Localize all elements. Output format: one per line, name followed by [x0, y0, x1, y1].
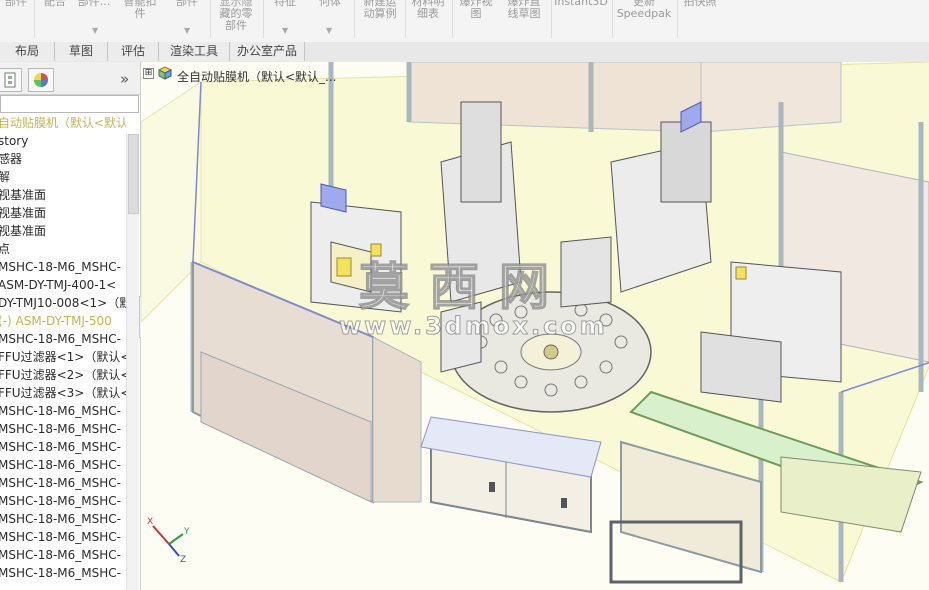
tree-item[interactable]: 感器	[0, 150, 126, 168]
tree-item[interactable]: ASM-DY-TMJ-400-1<	[0, 276, 126, 294]
edit-appearance-icon[interactable]: ◐	[614, 62, 632, 66]
tree-item[interactable]: 视基准面	[0, 204, 126, 222]
ribbon-separator	[405, 0, 406, 38]
dropdown-arrow-icon[interactable]: ▼	[92, 26, 98, 35]
cabinet-side	[372, 336, 422, 503]
configuration-manager-tab[interactable]	[0, 68, 22, 92]
tree-item[interactable]: 点	[0, 240, 126, 258]
tree-item[interactable]: 自动贴膜机（默认<默认	[0, 114, 126, 132]
tree-item[interactable]: FFU过滤器<3>（默认<	[0, 384, 126, 402]
tree-item[interactable]: (-) ASM-DY-TMJ-500	[0, 312, 126, 330]
tab-evaluate[interactable]: 评估	[108, 42, 159, 61]
tree-item[interactable]: 解	[0, 168, 126, 186]
tree-scrollbar[interactable]	[126, 134, 139, 590]
watermark-chinese: 莫西网	[358, 256, 569, 317]
tree-item[interactable]: MSHC-18-M6_MSHC-	[0, 510, 126, 528]
ribbon-button-bill-of-materials[interactable]: 材料明 细表	[408, 0, 448, 20]
triad-y-label: Y	[183, 527, 190, 537]
triad-x-label: X	[147, 517, 153, 527]
hub-logo	[543, 344, 559, 360]
tree-item[interactable]: MSHC-18-M6_MSHC-	[0, 420, 126, 438]
dropdown-arrow-icon[interactable]: ▼	[282, 26, 288, 35]
ribbon-separator	[354, 0, 355, 38]
dropdown-arrow-icon[interactable]: ▼	[184, 26, 190, 35]
ribbon-separator	[263, 0, 264, 38]
back-wall-panel	[408, 62, 702, 133]
ribbon-button-show-hidden-components[interactable]: 显示隐 藏的零 部件	[214, 0, 258, 32]
triad-z-label: Z	[180, 555, 186, 564]
ribbon-button-update-speedpak[interactable]: 更新 Speedpak	[614, 0, 674, 20]
feature-manager-panel: » 自动贴膜机（默认<默认story感器解视基准面视基准面视基准面点MSHC-1…	[0, 62, 141, 590]
ribbon-button-instant3d[interactable]: Instant3D	[554, 0, 608, 8]
tab-layout[interactable]: 布局	[0, 42, 55, 61]
tree-item[interactable]: FFU过滤器<1>（默认<	[0, 348, 126, 366]
display-manager-tab[interactable]	[28, 68, 54, 92]
configuration-icon	[4, 72, 16, 88]
ribbon-button-move-component[interactable]: 部件	[170, 0, 204, 8]
ribbon-button-mate[interactable]: 配合	[40, 0, 70, 8]
tree-item[interactable]: MSHC-18-M6_MSHC-	[0, 474, 126, 492]
tree-item[interactable]: DY-TMJ10-008<1>（默	[0, 294, 126, 312]
tree-item[interactable]: 视基准面	[0, 186, 126, 204]
panel-tab-strip: »	[0, 62, 140, 95]
ribbon-button-reference-geometry[interactable]: 何体	[312, 0, 348, 8]
zoom-to-fit-icon[interactable]: ⊕	[433, 62, 451, 66]
tree-item[interactable]: MSHC-18-M6_MSHC-	[0, 456, 126, 474]
tree-item[interactable]: MSHC-18-M6_MSHC-	[0, 528, 126, 546]
previous-view-icon[interactable]: ↶	[485, 62, 503, 66]
tab-render-tools[interactable]: 渲染工具	[159, 42, 230, 61]
model-name-label[interactable]: 全自动贴膜机（默认<默认_...	[177, 68, 337, 85]
ribbon-separator	[677, 0, 678, 38]
tree-item[interactable]: MSHC-18-M6_MSHC-	[0, 546, 126, 564]
tab-office-products[interactable]: 办公室产品	[230, 42, 305, 61]
ribbon-separator	[551, 0, 552, 38]
scrollbar-thumb[interactable]	[128, 134, 139, 214]
ribbon-button-new-motion-study[interactable]: 新建运 动算例	[358, 0, 402, 20]
ribbon-button-exploded-view[interactable]: 爆炸视 图	[456, 0, 496, 20]
watermark-url: www.3dmox.com	[339, 312, 608, 341]
ribbon-button-component[interactable]: 部件	[2, 0, 30, 8]
appearance-icon	[34, 73, 48, 87]
back-wall-panel	[700, 62, 842, 133]
tree-item[interactable]: MSHC-18-M6_MSHC-	[0, 492, 126, 510]
dropdown-arrow-icon[interactable]: ▼	[326, 26, 332, 35]
tree-item[interactable]: MSHC-18-M6_MSHC-	[0, 330, 126, 348]
tree-item[interactable]: story	[0, 132, 126, 150]
display-style-icon[interactable]: ▣	[562, 62, 580, 66]
cabinet-lock	[489, 482, 495, 492]
cabinet-lock	[561, 498, 567, 508]
ribbon-button-explode-line-sketch[interactable]: 爆炸直 线草图	[500, 0, 548, 20]
view-settings-icon[interactable]: ▭	[665, 62, 683, 66]
tree-item[interactable]: 视基准面	[0, 222, 126, 240]
section-view-icon[interactable]: ▤	[510, 62, 528, 66]
tree-item[interactable]: MSHC-18-M6_MSHC-	[0, 402, 126, 420]
tree-filter-input[interactable]	[0, 95, 139, 113]
coordinate-triad-icon: X Y Z	[147, 517, 190, 564]
tree-item[interactable]: MSHC-18-M6_MSHC-	[0, 438, 126, 456]
tab-sketch[interactable]: 草图	[55, 42, 108, 61]
tree-expand-toggle[interactable]: ⊞	[143, 68, 154, 79]
expand-panel-icon[interactable]: »	[120, 70, 129, 88]
view-orientation-icon[interactable]: ◇	[536, 62, 554, 66]
graphics-viewport[interactable]: ⊞ 全自动贴膜机（默认<默认_... ⊕ ⊙ ↶ ▤ ◇ ▣ ◎ ◐ ◒ ▭ 莫…	[141, 62, 929, 590]
ribbon-separator	[210, 0, 211, 38]
command-manager-tabs: 布局 草图 评估 渲染工具 办公室产品	[0, 42, 929, 63]
zoom-area-icon[interactable]: ⊙	[459, 62, 477, 66]
apply-scene-icon[interactable]: ◒	[640, 62, 658, 66]
ribbon-button-assembly-features[interactable]: 特征	[266, 0, 304, 8]
ribbon-button-take-snapshot[interactable]: 拍快照	[680, 0, 720, 8]
ribbon-button-component-pattern[interactable]: 部件...	[76, 0, 112, 8]
assembly-icon	[157, 66, 173, 80]
tree-item[interactable]: FFU过滤器<2>（默认<	[0, 366, 126, 384]
ribbon-button-smart-fasteners[interactable]: 智能扣 件	[120, 0, 160, 20]
heads-up-view-toolbar: ⊕ ⊙ ↶ ▤ ◇ ▣ ◎ ◐ ◒ ▭	[433, 62, 687, 66]
hide-show-items-icon[interactable]: ◎	[588, 62, 606, 66]
command-ribbon: 部件 配合 部件... ▼ 智能扣 件 部件 ▼ 显示隐 藏的零 部件 特征 ▼…	[0, 0, 929, 43]
ribbon-separator	[612, 0, 613, 38]
tree-item[interactable]: MSHC-18-M6_MSHC-	[0, 258, 126, 276]
ribbon-separator	[452, 0, 453, 38]
ribbon-separator	[34, 0, 35, 38]
tree-item[interactable]: MSHC-18-M6_MSHC-	[0, 564, 126, 582]
feature-tree: 自动贴膜机（默认<默认story感器解视基准面视基准面视基准面点MSHC-18-…	[0, 114, 126, 582]
